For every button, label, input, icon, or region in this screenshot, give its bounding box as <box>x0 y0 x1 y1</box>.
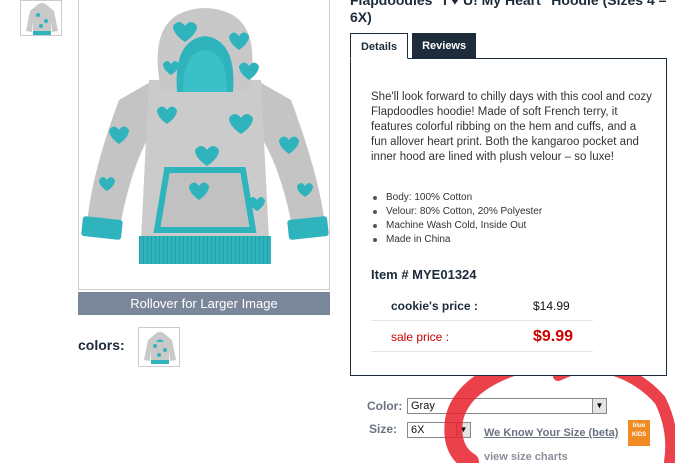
sale-price-label: sale price : <box>391 330 450 344</box>
rollover-larger-image-bar[interactable]: Rollover for Larger Image <box>78 292 330 315</box>
dropdown-arrow-icon[interactable]: ▼ <box>592 399 606 413</box>
feature-list: Body: 100% Cotton Velour: 80% Cotton, 20… <box>371 191 542 247</box>
feature-item: Made in China <box>371 233 542 247</box>
sale-price-row: sale price : $9.99 <box>371 322 593 352</box>
regular-price-value: $14.99 <box>533 299 570 313</box>
logo-text-top: bluo <box>632 423 646 429</box>
regular-price-row: cookie's price : $14.99 <box>371 291 593 321</box>
we-know-your-size-link[interactable]: We Know Your Size (beta) <box>484 427 618 439</box>
item-number: Item # MYE01324 <box>371 267 477 282</box>
product-title: Flapdoodles "I ♥ U! My Heart" Hoodie (Si… <box>350 0 667 25</box>
hoodie-image <box>81 8 329 264</box>
logo-text-bottom: KIDS <box>631 432 647 438</box>
size-select-value: 6X <box>411 424 425 436</box>
details-panel: She'll look forward to chilly days with … <box>350 58 667 376</box>
feature-item: Velour: 80% Cotton, 20% Polyester <box>371 205 542 219</box>
product-description: She'll look forward to chilly days with … <box>371 91 652 163</box>
view-size-charts-link[interactable]: view size charts <box>484 451 568 463</box>
size-option-label: Size: <box>369 422 398 436</box>
dropdown-arrow-icon[interactable]: ▼ <box>456 423 470 437</box>
main-product-image[interactable] <box>78 0 330 290</box>
regular-price-label: cookie's price : <box>391 299 478 313</box>
tab-details[interactable]: Details <box>350 33 409 59</box>
details-tabs: Details Reviews <box>350 33 477 59</box>
colors-label: colors: <box>78 337 125 353</box>
feature-item: Body: 100% Cotton <box>371 191 542 205</box>
hoodie-thumbnail-image <box>26 3 58 35</box>
color-select-value: Gray <box>411 400 435 412</box>
color-swatch-gray[interactable] <box>138 327 180 367</box>
sale-price-value: $9.99 <box>533 328 574 345</box>
bluo-kids-logo: bluo KIDS <box>628 420 650 446</box>
tab-reviews[interactable]: Reviews <box>412 33 477 59</box>
feature-item: Machine Wash Cold, Inside Out <box>371 219 542 233</box>
product-thumbnail[interactable] <box>20 0 62 36</box>
size-select[interactable]: 6X ▼ <box>407 422 471 438</box>
color-select[interactable]: Gray ▼ <box>407 398 607 414</box>
hoodie-swatch-image <box>144 332 176 364</box>
color-option-label: Color: <box>367 399 403 413</box>
